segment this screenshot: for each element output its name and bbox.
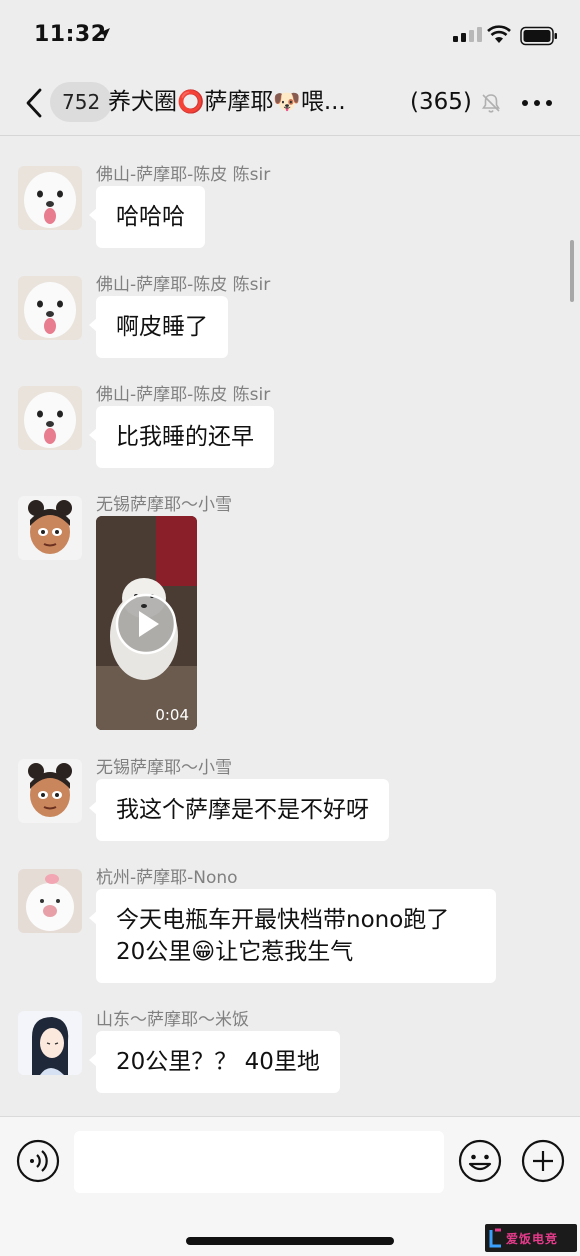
sender-name: 佛山-萨摩耶-陈皮 陈sir (96, 385, 271, 405)
wifi-icon (487, 25, 511, 43)
white-dog-avatar[interactable] (18, 869, 82, 933)
battery-icon (520, 26, 557, 46)
chat-title-part: 养犬圈 (108, 89, 177, 115)
message-text: 让它惹我生气 (215, 939, 354, 965)
back-chevron-icon[interactable] (20, 86, 48, 120)
cartoon-girl-avatar[interactable] (18, 759, 82, 823)
more-options-icon[interactable] (522, 100, 552, 106)
location-arrow-icon (98, 28, 110, 40)
sender-name: 佛山-萨摩耶-陈皮 陈sir (96, 165, 271, 185)
watermark-text: 爱饭电竞 (506, 1231, 559, 1246)
unread-count-badge[interactable]: 752 (50, 82, 113, 122)
samoyed-avatar[interactable] (18, 166, 82, 230)
dog-face-emoji: 🐶 (273, 90, 301, 115)
video-message[interactable]: 0:04 (96, 516, 197, 730)
grinning-emoji: 😁 (191, 939, 216, 965)
scrollbar[interactable] (570, 240, 574, 302)
chat-title-part: 萨摩耶 (204, 89, 274, 115)
message-bubble[interactable]: 啊皮睡了 (89, 296, 228, 358)
girl-illustration-avatar[interactable] (18, 1011, 82, 1075)
watermark-logo: 爱饭电竞 (485, 1224, 577, 1252)
play-icon[interactable] (114, 592, 178, 656)
voice-input-icon[interactable] (16, 1139, 60, 1183)
member-count: (365) (410, 89, 472, 115)
emoji-icon[interactable] (458, 1139, 502, 1183)
watermark-mark-icon (489, 1228, 501, 1248)
samoyed-avatar[interactable] (18, 386, 82, 450)
chat-title[interactable]: 养犬圈⭕萨摩耶🐶喂... (108, 84, 406, 121)
message-input[interactable] (74, 1131, 444, 1193)
chat-header: 752 养犬圈⭕萨摩耶🐶喂... (365) (0, 70, 580, 136)
status-bar: 11:32 (0, 0, 580, 70)
add-plus-icon[interactable] (521, 1139, 565, 1183)
red-circle-emoji: ⭕ (177, 90, 205, 115)
message-bubble[interactable]: 我这个萨摩是不是不好呀 (89, 779, 389, 841)
video-duration: 0:04 (155, 706, 189, 724)
message-bubble[interactable]: 哈哈哈 (89, 186, 205, 248)
samoyed-avatar[interactable] (18, 276, 82, 340)
mute-bell-icon (482, 94, 500, 113)
sender-name: 杭州-萨摩耶-Nono (96, 868, 238, 888)
sender-name: 无锡萨摩耶～小雪 (96, 758, 232, 778)
sender-name: 佛山-萨摩耶-陈皮 陈sir (96, 275, 271, 295)
message-bubble[interactable]: 今天电瓶车开最快档带nono跑了20公里😁让它惹我生气 (89, 889, 496, 983)
sender-name: 山东～萨摩耶～米饭 (96, 1010, 249, 1030)
message-bubble[interactable]: 比我睡的还早 (89, 406, 274, 468)
cartoon-girl-avatar[interactable] (18, 496, 82, 560)
sender-name: 无锡萨摩耶～小雪 (96, 495, 232, 515)
cellular-signal-icon (453, 27, 482, 42)
chat-title-part: 喂... (300, 89, 346, 115)
message-bubble[interactable]: 20公里？？ 40里地 (89, 1031, 340, 1093)
home-indicator (186, 1237, 394, 1245)
